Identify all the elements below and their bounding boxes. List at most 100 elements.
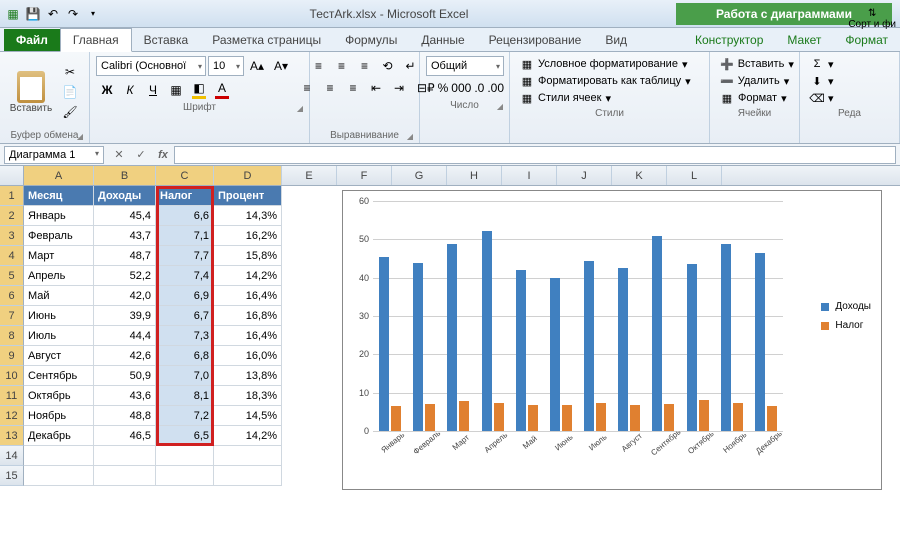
col-header-A[interactable]: A (24, 166, 94, 185)
cell[interactable]: 6,7 (156, 306, 214, 326)
tab-formulas[interactable]: Формулы (333, 29, 409, 51)
tab-chart-format[interactable]: Формат (833, 29, 900, 51)
cell[interactable]: 46,5 (94, 426, 156, 446)
cell[interactable]: Доходы (94, 186, 156, 206)
tab-data[interactable]: Данные (409, 29, 476, 51)
cell[interactable]: 52,2 (94, 266, 156, 286)
cell[interactable]: 15,8% (214, 246, 282, 266)
cell[interactable]: 6,5 (156, 426, 214, 446)
row-header[interactable]: 4 (0, 246, 24, 266)
font-size-combo[interactable]: 10 (208, 56, 244, 76)
cell[interactable]: 45,4 (94, 206, 156, 226)
cell[interactable]: 48,7 (94, 246, 156, 266)
cell[interactable]: 39,9 (94, 306, 156, 326)
comma-icon[interactable]: 000 (450, 78, 472, 98)
insert-cells-button[interactable]: ➕Вставить ▾ (716, 56, 793, 72)
cell[interactable]: 42,6 (94, 346, 156, 366)
cell[interactable]: 7,0 (156, 366, 214, 386)
legend-item-income[interactable]: Доходы (821, 301, 871, 312)
row-header[interactable]: 7 (0, 306, 24, 326)
cell[interactable]: 16,4% (214, 326, 282, 346)
cell[interactable] (156, 446, 214, 466)
excel-icon[interactable]: ▦ (4, 5, 22, 23)
cell[interactable]: 14,3% (214, 206, 282, 226)
row-header[interactable]: 14 (0, 446, 24, 466)
row-header[interactable]: 9 (0, 346, 24, 366)
cell[interactable]: 44,4 (94, 326, 156, 346)
orientation-icon[interactable]: ⟲ (377, 56, 399, 76)
align-left-icon[interactable]: ≡ (296, 78, 318, 98)
font-color-icon[interactable]: A (211, 80, 233, 100)
col-header-B[interactable]: B (94, 166, 156, 185)
align-center-icon[interactable]: ≡ (319, 78, 341, 98)
select-all-corner[interactable] (0, 166, 24, 185)
cell[interactable]: 6,9 (156, 286, 214, 306)
row-header[interactable]: 6 (0, 286, 24, 306)
dialog-launcher-icon[interactable]: ◢ (407, 132, 413, 141)
align-middle-icon[interactable]: ≡ (331, 56, 353, 76)
format-painter-icon[interactable]: 🖌 (60, 103, 80, 121)
col-header-K[interactable]: K (612, 166, 667, 185)
format-cells-button[interactable]: ▦Формат ▾ (716, 90, 793, 106)
cell[interactable]: Август (24, 346, 94, 366)
cell[interactable]: Январь (24, 206, 94, 226)
cell[interactable]: 8,1 (156, 386, 214, 406)
cell[interactable]: 16,0% (214, 346, 282, 366)
cell[interactable] (24, 466, 94, 486)
formula-input[interactable] (174, 146, 896, 164)
italic-button[interactable]: К (119, 80, 141, 100)
bold-button[interactable]: Ж (96, 80, 118, 100)
row-header[interactable]: 2 (0, 206, 24, 226)
tab-review[interactable]: Рецензирование (477, 29, 594, 51)
cell[interactable]: Декабрь (24, 426, 94, 446)
row-header[interactable]: 8 (0, 326, 24, 346)
row-header[interactable]: 10 (0, 366, 24, 386)
cell[interactable]: 42,0 (94, 286, 156, 306)
row-header[interactable]: 15 (0, 466, 24, 486)
cell[interactable]: 7,1 (156, 226, 214, 246)
number-format-combo[interactable]: Общий (426, 56, 504, 76)
cell[interactable]: 7,7 (156, 246, 214, 266)
cell[interactable]: 43,6 (94, 386, 156, 406)
cell[interactable]: 7,4 (156, 266, 214, 286)
cell[interactable]: 16,2% (214, 226, 282, 246)
percent-icon[interactable]: % (437, 78, 450, 98)
redo-icon[interactable]: ↷ (64, 5, 82, 23)
decrease-indent-icon[interactable]: ⇤ (365, 78, 387, 98)
cell[interactable]: 50,9 (94, 366, 156, 386)
cell[interactable]: Февраль (24, 226, 94, 246)
cell[interactable] (214, 446, 282, 466)
align-bottom-icon[interactable]: ≡ (354, 56, 376, 76)
cell[interactable]: 43,7 (94, 226, 156, 246)
fill-color-icon[interactable]: ◧ (188, 80, 210, 100)
format-as-table-button[interactable]: ▦Форматировать как таблицу ▾ (516, 73, 703, 89)
cancel-icon[interactable]: ✕ (108, 146, 130, 164)
cell[interactable]: Июнь (24, 306, 94, 326)
dialog-launcher-icon[interactable]: ◢ (77, 132, 83, 141)
col-header-I[interactable]: I (502, 166, 557, 185)
col-header-E[interactable]: E (282, 166, 337, 185)
cell[interactable]: 16,4% (214, 286, 282, 306)
col-header-J[interactable]: J (557, 166, 612, 185)
qat-dropdown-icon[interactable]: ▾ (84, 5, 102, 23)
cell[interactable]: Март (24, 246, 94, 266)
tab-home[interactable]: Главная (60, 28, 132, 52)
cell[interactable]: Процент (214, 186, 282, 206)
sort-filter-icon[interactable]: ⇅ (868, 8, 876, 19)
underline-button[interactable]: Ч (142, 80, 164, 100)
align-right-icon[interactable]: ≡ (342, 78, 364, 98)
fill-button[interactable]: ⬇▾ (806, 73, 893, 89)
tab-view[interactable]: Вид (593, 29, 639, 51)
dialog-launcher-icon[interactable]: ◢ (297, 104, 303, 113)
cell[interactable]: 18,3% (214, 386, 282, 406)
decrease-font-icon[interactable]: A▾ (270, 56, 292, 76)
copy-icon[interactable]: 📄 (60, 83, 80, 101)
row-header[interactable]: 3 (0, 226, 24, 246)
increase-decimal-icon[interactable]: .0 (473, 78, 485, 98)
col-header-L[interactable]: L (667, 166, 722, 185)
cell[interactable]: Июль (24, 326, 94, 346)
col-header-D[interactable]: D (214, 166, 282, 185)
legend-item-tax[interactable]: Налог (821, 320, 871, 331)
row-header[interactable]: 12 (0, 406, 24, 426)
increase-font-icon[interactable]: A▴ (246, 56, 268, 76)
